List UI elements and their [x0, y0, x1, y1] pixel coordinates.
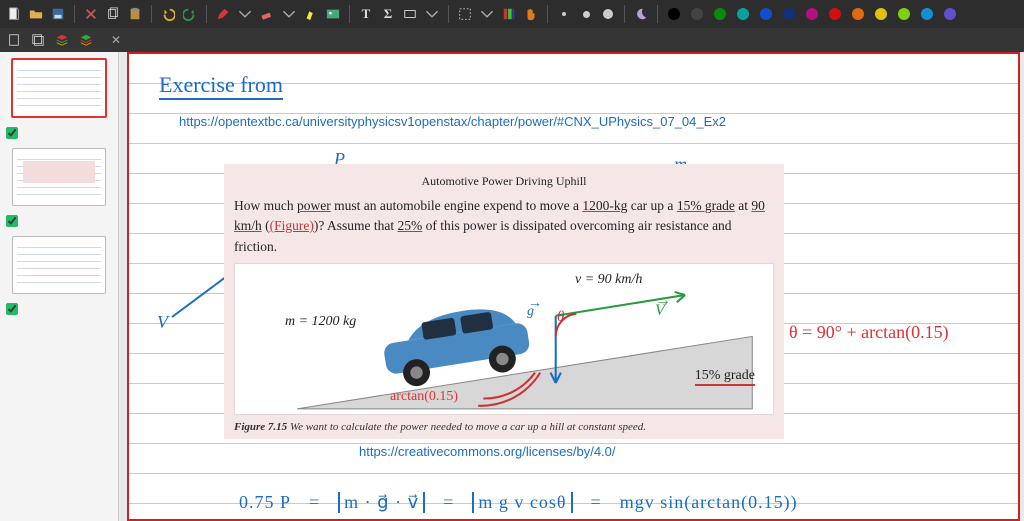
- problem-title: Automotive Power Driving Uphill: [234, 172, 774, 190]
- page-settings-button[interactable]: [4, 30, 24, 50]
- page-thumbnail-2[interactable]: [12, 148, 106, 206]
- color-swatch[interactable]: [710, 4, 730, 24]
- vertical-space-button[interactable]: [499, 4, 519, 24]
- dropdown-icon[interactable]: [422, 4, 442, 24]
- eq-lhs: 0.75 P: [239, 492, 291, 513]
- color-swatch[interactable]: [940, 4, 960, 24]
- color-swatch[interactable]: [917, 4, 937, 24]
- diag-vvec-label: →V: [655, 302, 665, 320]
- main-toolbar: T Σ: [0, 0, 1024, 28]
- eq-term3: mgv sin(arctan(0.15)): [620, 492, 798, 513]
- page-title-hand: Exercise from: [159, 72, 283, 100]
- page-thumbnail-3[interactable]: [12, 236, 106, 294]
- layers-button[interactable]: [28, 30, 48, 50]
- thumbnail-2-checkbox[interactable]: [6, 215, 18, 227]
- layer-red-button[interactable]: [52, 30, 72, 50]
- color-swatch[interactable]: [664, 4, 684, 24]
- diag-theta-label: θ: [557, 309, 564, 326]
- problem-diagram: v = 90 km/h m = 1200 kg →g θ →V 15% grad…: [234, 263, 774, 415]
- secondary-toolbar: ✕: [0, 28, 1024, 52]
- undo-button[interactable]: [158, 4, 178, 24]
- paste-button[interactable]: [125, 4, 145, 24]
- diag-v-label: v = 90 km/h: [575, 272, 642, 288]
- text-tool-button[interactable]: T: [356, 4, 376, 24]
- thumbnail-panel: [0, 52, 119, 521]
- new-file-button[interactable]: [4, 4, 24, 24]
- close-tab-button[interactable]: ✕: [106, 30, 126, 50]
- dropdown-icon[interactable]: [279, 4, 299, 24]
- stroke-thick-button[interactable]: [598, 4, 618, 24]
- color-swatch[interactable]: [687, 4, 707, 24]
- eraser-tool-button[interactable]: [257, 4, 277, 24]
- math-sigma-button[interactable]: Σ: [378, 4, 398, 24]
- source-url[interactable]: https://opentextbc.ca/universityphysicsv…: [179, 114, 726, 129]
- color-swatch[interactable]: [871, 4, 891, 24]
- redo-button[interactable]: [180, 4, 200, 24]
- moon-icon[interactable]: [631, 4, 651, 24]
- hand-tool-button[interactable]: [521, 4, 541, 24]
- stroke-thin-button[interactable]: [554, 4, 574, 24]
- color-palette: [664, 4, 960, 24]
- page-thumbnail-1[interactable]: [11, 58, 107, 118]
- problem-box: Automotive Power Driving Uphill How much…: [224, 164, 784, 439]
- open-file-button[interactable]: [26, 4, 46, 24]
- color-swatch[interactable]: [779, 4, 799, 24]
- color-swatch[interactable]: [848, 4, 868, 24]
- diag-m-label: m = 1200 kg: [285, 314, 356, 330]
- thumbnail-3-checkbox[interactable]: [6, 303, 18, 315]
- layer-green-button[interactable]: [76, 30, 96, 50]
- stroke-med-button[interactable]: [576, 4, 596, 24]
- color-swatch[interactable]: [802, 4, 822, 24]
- problem-text: How much power must an automobile engine…: [234, 196, 774, 257]
- save-button[interactable]: [48, 4, 68, 24]
- color-swatch[interactable]: [825, 4, 845, 24]
- diag-grade-label: 15% grade: [695, 368, 755, 386]
- diag-g-label: →g: [527, 304, 534, 320]
- figure-caption: Figure 7.15 We want to calculate the pow…: [234, 419, 774, 436]
- license-url[interactable]: https://creativecommons.org/licenses/by/…: [359, 444, 616, 459]
- color-swatch[interactable]: [733, 4, 753, 24]
- color-swatch[interactable]: [756, 4, 776, 24]
- eq-term2: m g v cosθ: [472, 492, 572, 513]
- copy-button[interactable]: [103, 4, 123, 24]
- page-canvas: Exercise from https://opentextbc.ca/univ…: [127, 52, 1020, 521]
- pen-tool-button[interactable]: [213, 4, 233, 24]
- shape-tool-button[interactable]: [400, 4, 420, 24]
- dropdown-icon[interactable]: [235, 4, 255, 24]
- image-tool-button[interactable]: [323, 4, 343, 24]
- theta-expression: θ = 90° + arctan(0.15): [789, 322, 949, 343]
- page-viewport[interactable]: Exercise from https://opentextbc.ca/univ…: [119, 52, 1024, 521]
- cut-button[interactable]: [81, 4, 101, 24]
- highlighter-tool-button[interactable]: [301, 4, 321, 24]
- thumbnail-1-checkbox[interactable]: [6, 127, 18, 139]
- eq-term1: m · g⃗ · v⃗: [338, 492, 425, 513]
- annot-arctan: arctan(0.15): [390, 386, 458, 407]
- dropdown-icon[interactable]: [477, 4, 497, 24]
- color-swatch[interactable]: [894, 4, 914, 24]
- equation-line: 0.75 P = m · g⃗ · v⃗ = m g v cosθ = mgv …: [239, 492, 998, 513]
- select-tool-button[interactable]: [455, 4, 475, 24]
